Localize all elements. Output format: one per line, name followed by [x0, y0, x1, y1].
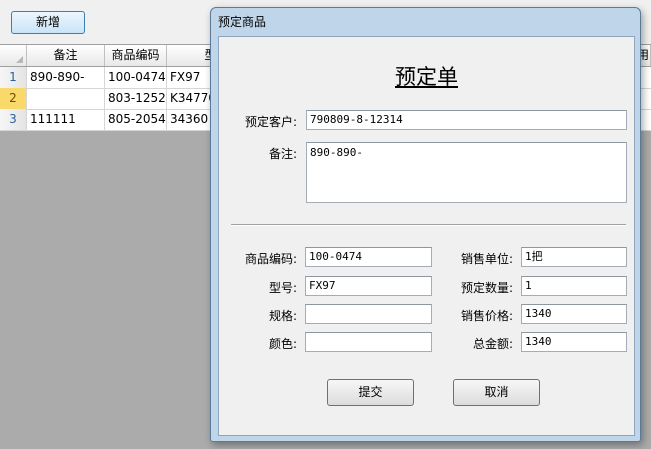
corner-triangle-icon: [16, 56, 23, 63]
cell-note[interactable]: 111111: [27, 109, 105, 130]
cell-code[interactable]: 805-2054: [105, 109, 167, 130]
row-header[interactable]: 2: [0, 88, 27, 109]
price-label: 销售价格:: [460, 309, 513, 323]
unit-label: 销售单位:: [460, 252, 513, 266]
note-textarea[interactable]: 890-890-: [306, 142, 627, 203]
column-header-code[interactable]: 商品编码: [105, 45, 167, 66]
customer-field[interactable]: 790809-8-12314: [306, 110, 627, 130]
code-field[interactable]: 100-0474: [305, 247, 432, 267]
row-header[interactable]: 3: [0, 109, 27, 130]
dialog-title: 预定商品: [218, 15, 267, 29]
code-label: 商品编码:: [244, 252, 297, 266]
unit-field[interactable]: 1把: [521, 247, 627, 267]
model-field[interactable]: FX97: [305, 276, 432, 296]
form-heading: 预定单: [395, 65, 458, 89]
note-label: 备注:: [268, 147, 297, 161]
model-label: 型号:: [268, 281, 297, 295]
add-button[interactable]: 新增: [11, 11, 85, 34]
qty-field[interactable]: 1: [521, 276, 627, 296]
reserve-goods-dialog: 预定商品 预定单 预定客户: 790809-8-12314 备注: 890-89…: [210, 7, 641, 442]
spec-label: 规格:: [268, 309, 297, 323]
divider: [231, 224, 626, 226]
spec-field[interactable]: [305, 304, 432, 324]
cell-code[interactable]: 100-0474: [105, 67, 167, 88]
price-field[interactable]: 1340: [521, 304, 627, 324]
qty-label: 预定数量:: [460, 281, 513, 295]
cell-code[interactable]: 803-1252: [105, 88, 167, 109]
submit-button[interactable]: 提交: [327, 379, 414, 406]
column-header-note[interactable]: 备注: [27, 45, 105, 66]
cancel-button[interactable]: 取消: [453, 379, 540, 406]
cell-note[interactable]: [27, 88, 105, 109]
cell-note[interactable]: 890-890-: [27, 67, 105, 88]
total-label: 总金额:: [472, 337, 513, 351]
row-header[interactable]: 1: [0, 67, 27, 88]
customer-label: 预定客户:: [244, 115, 297, 129]
color-label: 颜色:: [268, 337, 297, 351]
total-field[interactable]: 1340: [521, 332, 627, 352]
select-all-corner[interactable]: [0, 45, 27, 66]
dialog-body: 预定单 预定客户: 790809-8-12314 备注: 890-890- 商品…: [218, 36, 635, 436]
color-field[interactable]: [305, 332, 432, 352]
